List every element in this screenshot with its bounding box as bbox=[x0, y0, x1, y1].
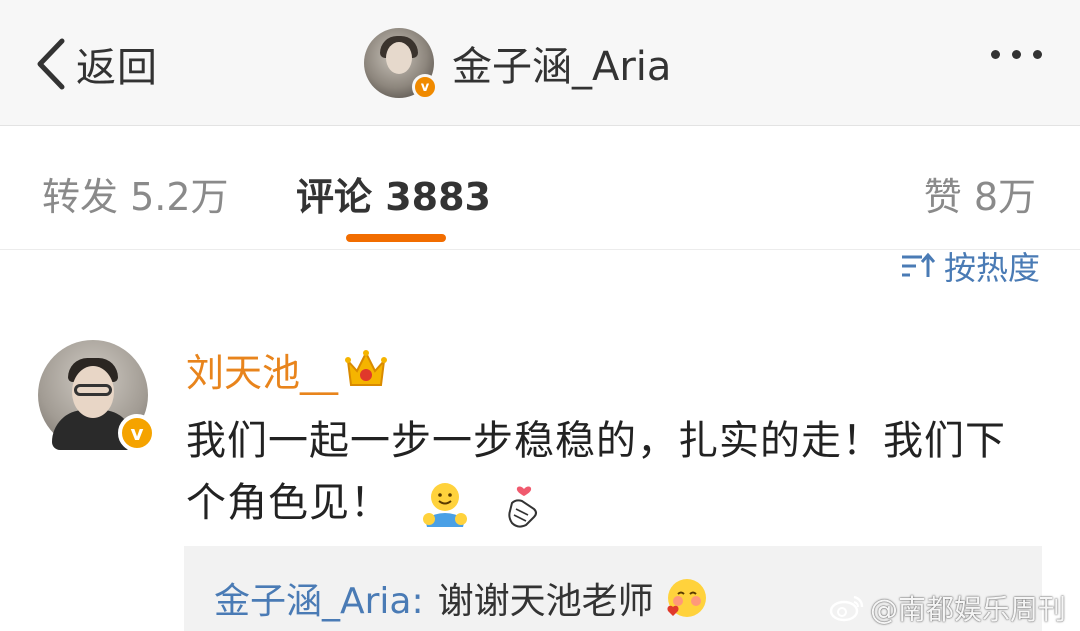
more-options-icon[interactable] bbox=[991, 50, 1042, 59]
sort-by-hot-button[interactable]: 按热度 bbox=[900, 246, 1040, 287]
verified-badge-icon: v bbox=[118, 414, 156, 452]
blush-emoji-icon bbox=[667, 579, 706, 617]
profile-title[interactable]: v 金子涵_Aria bbox=[364, 26, 671, 100]
commenter-avatar[interactable]: v bbox=[38, 340, 156, 452]
watermark-text: @南都娱乐周刊 bbox=[869, 593, 1066, 626]
comment-text: 我们一起一步一步稳稳的，扎实的走！我们下个角色见！ bbox=[186, 410, 1046, 534]
top-navigation-bar: 返回 v 金子涵_Aria bbox=[0, 0, 1080, 126]
crown-icon bbox=[345, 350, 388, 386]
verified-badge-icon: v bbox=[412, 74, 438, 100]
active-tab-indicator bbox=[346, 234, 446, 242]
watermark: @南都娱乐周刊 bbox=[828, 588, 1066, 628]
tab-reposts[interactable]: 转发 5.2万 bbox=[42, 166, 229, 221]
finger-heart-emoji-icon bbox=[508, 486, 538, 528]
reply-text: 谢谢天池老师 bbox=[437, 581, 654, 622]
sort-label: 按热度 bbox=[943, 249, 1040, 287]
sort-icon bbox=[901, 252, 936, 277]
tab-likes[interactable]: 赞 8万 bbox=[924, 166, 1036, 221]
weibo-logo-icon bbox=[829, 595, 864, 622]
back-label: 返回 bbox=[76, 45, 158, 91]
page-title: 金子涵_Aria bbox=[452, 44, 672, 90]
tab-bar: 转发 5.2万 评论 3883 赞 8万 bbox=[0, 126, 1080, 250]
avatar[interactable]: v bbox=[364, 28, 438, 100]
back-button[interactable]: 返回 bbox=[34, 34, 158, 94]
comment-body: 我们一起一步一步稳稳的，扎实的走！我们下个角色见！ bbox=[186, 418, 1006, 526]
comment-header: 刘天池__ bbox=[186, 342, 388, 397]
hug-emoji-icon bbox=[422, 483, 467, 527]
tab-comments[interactable]: 评论 3883 bbox=[296, 166, 491, 221]
reply-row: 金子涵_Aria: 谢谢天池老师 bbox=[214, 572, 710, 624]
reply-author[interactable]: 金子涵_Aria: bbox=[214, 572, 424, 624]
chevron-left-icon bbox=[37, 38, 65, 90]
commenter-name[interactable]: 刘天池__ bbox=[186, 342, 338, 397]
